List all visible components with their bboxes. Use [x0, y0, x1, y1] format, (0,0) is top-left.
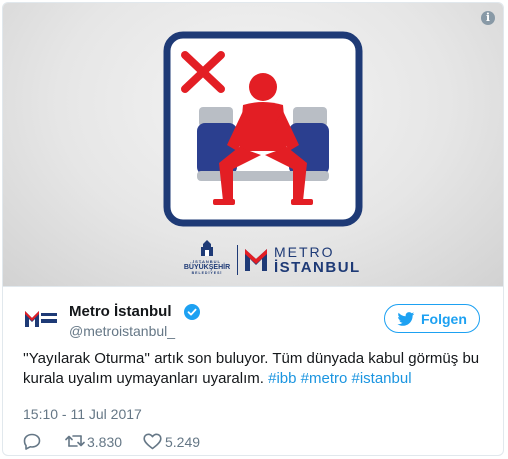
- ibb-logo-icon: [201, 240, 213, 256]
- tweet-media-image[interactable]: i İSTANBUL BÜYÜKŞEHİR BELEDİYESİ METRO İ…: [3, 3, 503, 287]
- tweet-header: Metro İstanbul @metroistanbul_ Folgen: [3, 293, 503, 343]
- author-name[interactable]: Metro İstanbul: [69, 303, 172, 320]
- avatar[interactable]: [23, 307, 59, 331]
- hashtag-ibb[interactable]: #ibb: [268, 370, 296, 387]
- metro-m-logo-icon: [245, 249, 267, 271]
- tweet-timestamp[interactable]: 15:10 - 11 Jul 2017: [23, 406, 142, 422]
- like-count: 5.249: [165, 434, 201, 450]
- brand-logos: İSTANBUL BÜYÜKŞEHİR BELEDİYESİ METRO İST…: [181, 239, 359, 279]
- retweet-icon: [65, 435, 85, 447]
- hashtag-metro[interactable]: #metro: [301, 370, 348, 387]
- logo-divider: [237, 245, 238, 275]
- metro-wordmark-line1: METRO: [274, 244, 335, 260]
- follow-button[interactable]: Folgen: [384, 304, 480, 333]
- no-manspreading-sign-icon: [163, 31, 363, 227]
- retweet-button[interactable]: 3.830: [65, 432, 135, 452]
- author-handle[interactable]: @metroistanbul_: [69, 323, 175, 339]
- tweet-actions: 3.830 5.249: [23, 432, 323, 452]
- verified-badge-icon: [184, 304, 200, 320]
- tweet-text: ''Yayılarak Oturma'' artık son buluyor. …: [23, 349, 483, 389]
- twitter-bird-icon: [397, 312, 415, 326]
- hashtag-istanbul[interactable]: #istanbul: [352, 370, 412, 387]
- reply-icon: [23, 433, 41, 450]
- tweet-card: i İSTANBUL BÜYÜKŞEHİR BELEDİYESİ METRO İ…: [2, 2, 504, 456]
- follow-label: Folgen: [421, 311, 467, 327]
- metro-wordmark-line2: İSTANBUL: [274, 259, 361, 276]
- retweet-count: 3.830: [87, 434, 123, 450]
- info-icon[interactable]: i: [481, 11, 495, 25]
- heart-icon: [143, 433, 162, 450]
- like-button[interactable]: 5.249: [143, 432, 213, 452]
- reply-button[interactable]: [23, 432, 45, 452]
- ibb-logo-text: İSTANBUL BÜYÜKŞEHİR BELEDİYESİ: [183, 259, 231, 275]
